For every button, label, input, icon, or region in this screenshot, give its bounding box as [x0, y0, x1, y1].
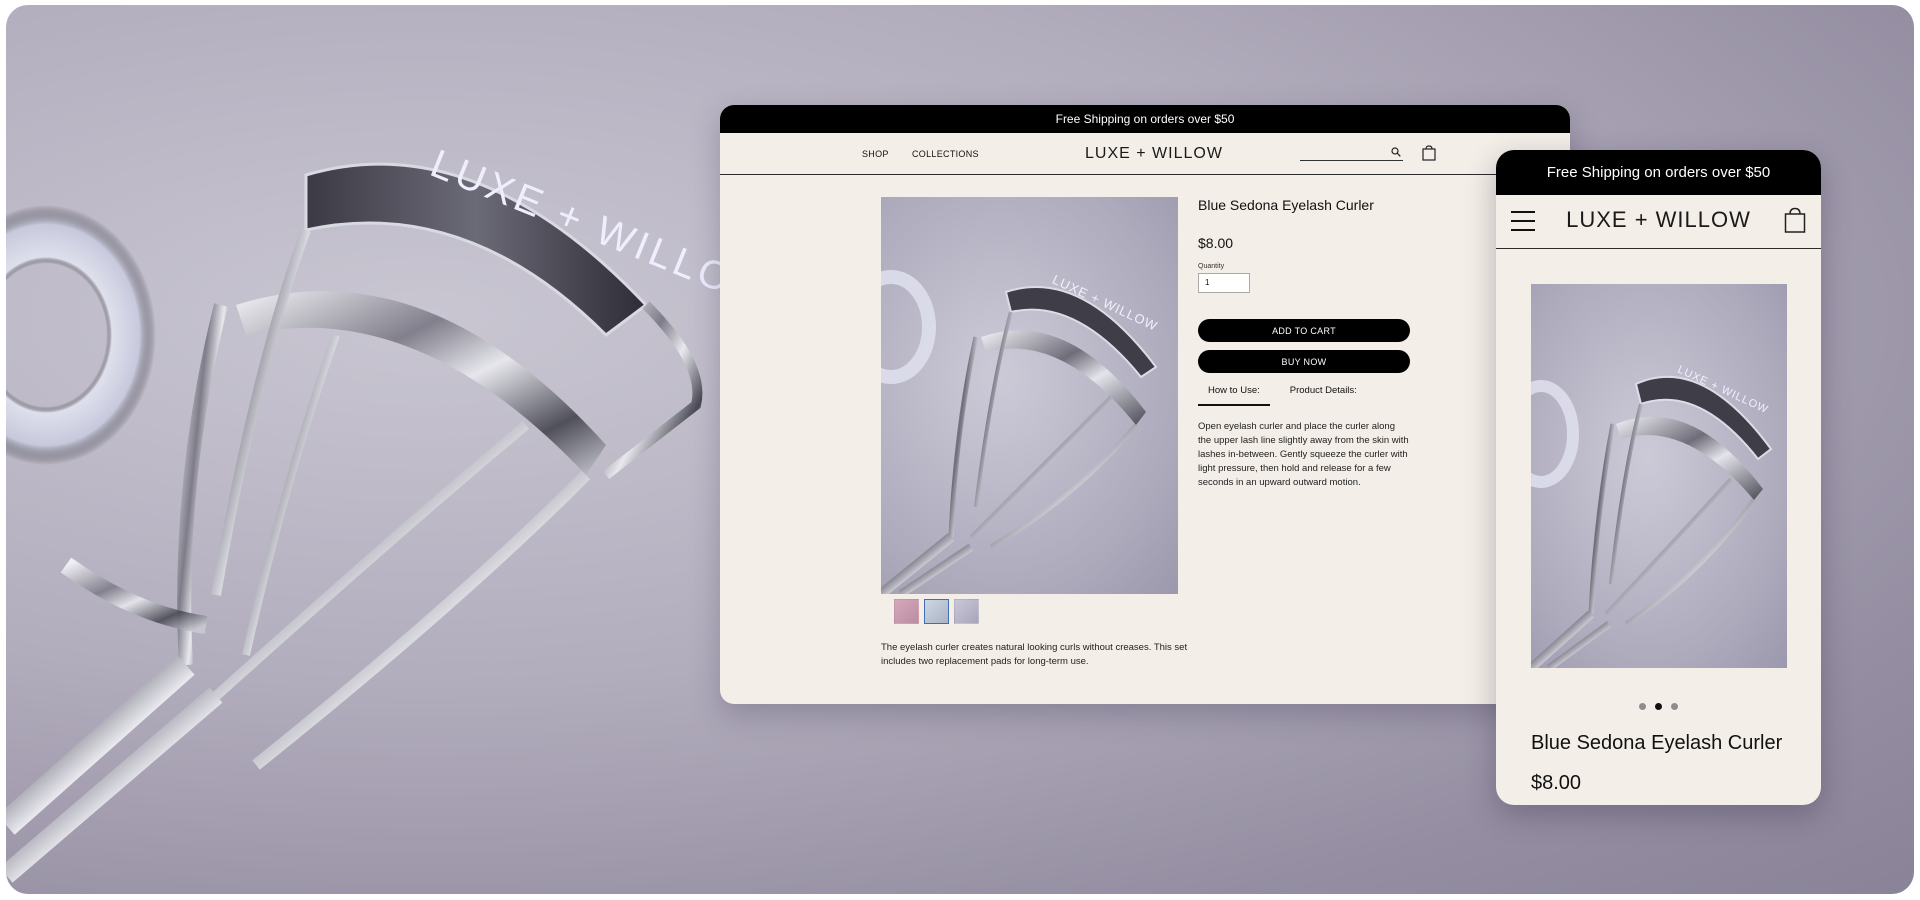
carousel-dot-1[interactable]	[1639, 703, 1646, 710]
search-icon[interactable]	[1391, 147, 1401, 157]
add-to-cart-button[interactable]: ADD TO CART	[1198, 319, 1410, 342]
tab-how-to-use[interactable]: How to Use:	[1198, 385, 1270, 406]
mobile-product-page: Free Shipping on orders over $50 LUXE + …	[1496, 150, 1821, 805]
product-info: Blue Sedona Eyelash Curler $8.00 Quantit…	[1198, 197, 1410, 490]
promo-bar-mobile: Free Shipping on orders over $50	[1496, 150, 1821, 195]
how-to-use-text: Open eyelash curler and place the curler…	[1198, 421, 1409, 488]
thumbnail-3[interactable]	[954, 599, 979, 624]
cart-icon[interactable]	[1422, 145, 1436, 161]
promo-bar: Free Shipping on orders over $50	[720, 105, 1570, 133]
carousel-dot-3[interactable]	[1671, 703, 1678, 710]
carousel-dot-2[interactable]	[1655, 703, 1662, 710]
thumbnail-strip	[894, 599, 979, 624]
thumbnail-2[interactable]	[924, 599, 949, 624]
carousel-dots	[1496, 703, 1821, 710]
product-title: Blue Sedona Eyelash Curler	[1198, 197, 1374, 213]
nav-shop-link[interactable]: SHOP	[862, 149, 889, 159]
product-title-mobile: Blue Sedona Eyelash Curler	[1531, 732, 1783, 754]
desktop-nav: SHOP COLLECTIONS LUXE + WILLOW	[720, 133, 1570, 175]
quantity-input[interactable]: 1	[1198, 273, 1250, 293]
cart-icon[interactable]	[1784, 207, 1806, 233]
hero-product-photo: LUXE + WILLOW	[6, 142, 766, 883]
brand-logo[interactable]: LUXE + WILLOW	[1085, 145, 1223, 163]
product-image-mobile: LUXE + WILLOW	[1531, 284, 1787, 668]
tab-product-details[interactable]: Product Details:	[1280, 385, 1367, 406]
product-description: The eyelash curler creates natural looki…	[881, 642, 1188, 667]
nav-collections-link[interactable]: COLLECTIONS	[912, 149, 979, 159]
product-price: $8.00	[1198, 235, 1234, 251]
quantity-label: Quantity	[1198, 263, 1225, 270]
thumbnail-1[interactable]	[894, 599, 919, 624]
search-input[interactable]	[1300, 145, 1403, 161]
product-tabs: How to Use: Product Details:	[1198, 385, 1410, 406]
product-image: LUXE + WILLOW	[881, 197, 1178, 594]
desktop-product-page: Free Shipping on orders over $50 SHOP CO…	[720, 105, 1570, 704]
product-price-mobile: $8.00	[1531, 772, 1582, 794]
mobile-nav: LUXE + WILLOW	[1496, 195, 1821, 249]
showcase-frame: LUXE + WILLOW Free Shipping on orders ov…	[6, 5, 1914, 894]
brand-logo-mobile[interactable]: LUXE + WILLOW	[1496, 207, 1821, 233]
buy-now-button[interactable]: BUY NOW	[1198, 350, 1410, 373]
